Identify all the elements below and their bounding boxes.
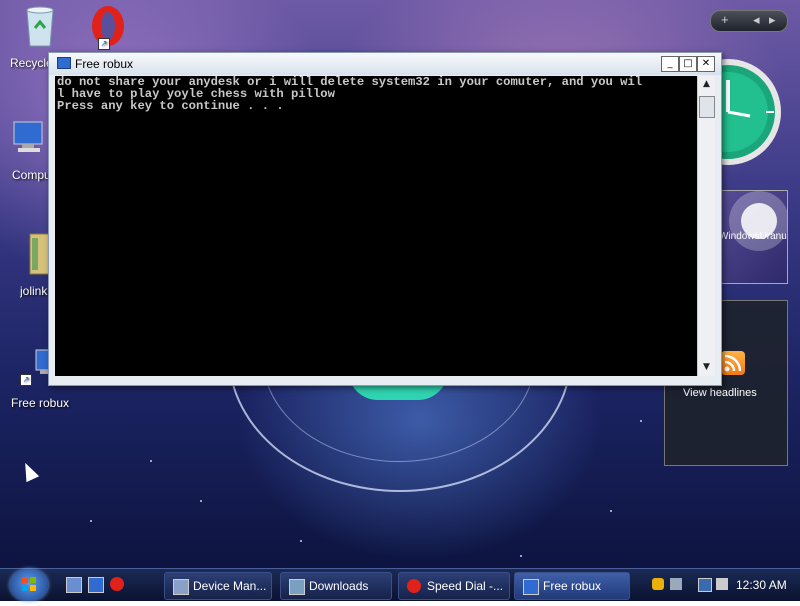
star [520,555,522,557]
shortcut-arrow-icon: ↗ [20,374,32,386]
desktop-icon-opera[interactable]: ↗ [78,4,138,55]
network-icon[interactable] [698,578,712,592]
console-window[interactable]: Free robux _ □ ✕ do not share your anyde… [48,52,722,386]
switch-windows-icon[interactable] [88,577,104,593]
sidebar-next-button[interactable]: ▸ [769,12,776,28]
windows-logo-icon [22,577,36,591]
taskbar-button-label: Free robux [543,579,602,593]
close-button[interactable]: ✕ [697,56,715,72]
console-output[interactable]: do not share your anydesk or i will dele… [55,76,697,376]
star [90,520,92,522]
star [640,420,642,422]
shortcut-arrow-icon: ↗ [98,38,110,50]
taskbar: Device Man... Downloads Speed Dial -... … [0,568,800,601]
sidebar-prev-button[interactable]: ◂ [753,12,760,28]
recycle-bin-icon [26,6,54,47]
sidebar-controls: + ◂ ▸ [710,10,788,32]
minimize-button[interactable]: _ [661,56,679,72]
window-titlebar[interactable]: Free robux _ □ ✕ [49,53,721,75]
console-icon [523,579,539,595]
opera-icon [407,579,421,593]
taskbar-button-label: Device Man... [193,579,267,593]
taskbar-button-device-manager[interactable]: Device Man... [164,572,272,600]
scroll-thumb[interactable] [699,96,715,118]
security-shield-icon[interactable] [652,578,664,590]
sidebar-add-button[interactable]: + [721,12,729,27]
device-manager-icon [173,579,189,595]
taskbar-button-label: Downloads [309,579,369,593]
star [610,510,612,512]
mouse-cursor [18,459,40,483]
view-headlines-link[interactable]: View headlines [683,387,757,399]
rss-icon [721,351,745,375]
desktop-icon-label: Free robux [10,396,70,410]
console-icon [57,57,71,69]
star [200,500,202,502]
volume-icon[interactable] [716,578,728,590]
folder-icon [29,233,53,275]
opera-icon[interactable] [110,577,124,591]
tray-app-icon[interactable] [670,578,682,590]
star [150,460,152,462]
maximize-button[interactable]: □ [679,56,697,72]
star [300,540,302,542]
taskbar-button-free-robux[interactable]: Free robux [514,572,630,600]
taskbar-button-label: Speed Dial -... [427,579,504,593]
vertical-scrollbar[interactable]: ▲ ▼ [697,76,715,376]
console-line: Press any key to continue . . . [57,99,284,113]
taskbar-button-downloads[interactable]: Downloads [280,572,392,600]
scroll-up-button[interactable]: ▲ [698,76,715,93]
scroll-down-button[interactable]: ▼ [698,359,715,376]
desktop-icon-recycle-bin[interactable]: Recycle Bin [0,4,80,70]
start-button[interactable] [10,569,48,601]
taskbar-clock[interactable]: 12:30 AM [736,578,787,592]
folder-icon [289,579,305,595]
taskbar-button-speed-dial[interactable]: Speed Dial -... [398,572,510,600]
window-title: Free robux [75,57,134,71]
show-desktop-icon[interactable] [66,577,82,593]
slideshow-caption: WindowsUranus [719,231,788,242]
computer-icon [13,121,43,152]
